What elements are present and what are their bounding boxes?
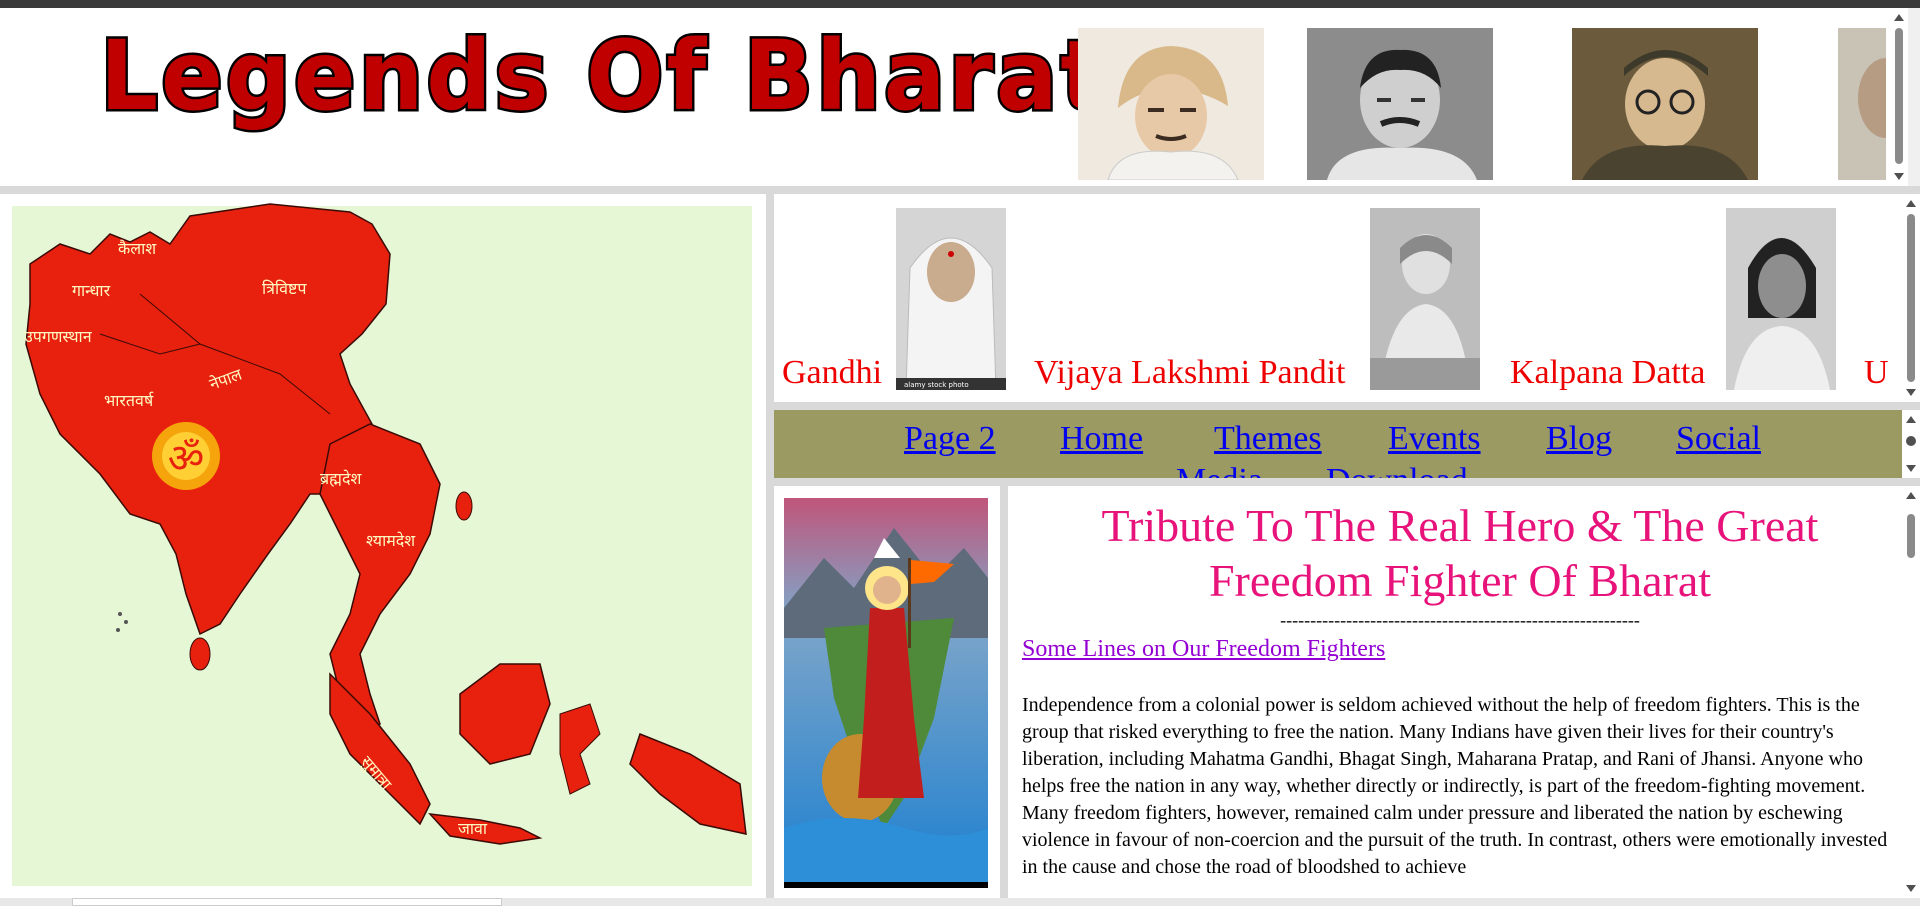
scroller-name-2: Vijaya Lakshmi Pandit [1034,354,1346,391]
portrait-elderly-woman-icon: alamy stock photo [896,208,1006,390]
scroller-name-4: U [1864,354,1889,391]
frame-divider-vertical-2[interactable] [1000,486,1008,898]
scroller-photo-1: alamy stock photo [896,208,1006,390]
title-divider: ----------------------------------------… [1280,610,1640,630]
nav-scrollbar[interactable] [1902,410,1920,478]
nav-link-download[interactable]: Download [1326,462,1468,478]
map-label-gandhar: गान्धार [72,281,111,300]
nav-link-home[interactable]: Home [1060,420,1143,458]
content-scrollbar[interactable] [1902,486,1920,898]
page-title: Tribute To The Real Hero & The Great Fre… [1101,500,1819,606]
map-label-kailash: कैलाश [118,239,157,258]
header-frame: Legends Of Bharat [0,8,1908,186]
frame-divider-horizontal-2[interactable] [774,402,1920,410]
map-label-trivishtap: त्रिविष्टप [262,279,307,298]
portrait-2 [1307,28,1493,180]
site-logo: Legends Of Bharat [98,18,1107,135]
scroller-photo-3 [1726,208,1836,390]
nav-frame: Page 2 Home Themes Events Blog Social Me… [774,410,1920,478]
map-om-symbol: ॐ [168,436,204,482]
map-label-brahmadesh: ब्रह्मदेश [320,469,362,488]
map-label-upaganasthan: उपगणस्थान [24,327,93,346]
portrait-3 [1572,28,1758,180]
bharat-mata-frame [774,486,1008,898]
portrait-turban-icon [1078,28,1264,180]
map-frame: ॐ कैलाश गान्धार त्रिविष्टप उपगणस्थान नेप… [0,194,766,898]
frame-divider-horizontal-3[interactable] [774,478,1920,486]
names-scroller-frame: Gandhi alamy stock photo Vijaya Lakshmi … [774,194,1920,402]
portrait-glasses-cap-icon [1572,28,1758,180]
frame-divider-horizontal[interactable] [0,186,1920,194]
nav-link-media[interactable]: Media [1176,462,1263,478]
freedom-fighters-link[interactable]: Some Lines on Our Freedom Fighters [1022,636,1385,663]
map-label-java: जावा [458,819,488,838]
browser-top-edge [0,0,1920,8]
content-frame: Tribute To The Real Hero & The Great Fre… [1008,486,1920,898]
scroller-name-1: Gandhi [782,354,883,391]
bharat-mata-image [784,498,988,888]
akhand-bharat-map: ॐ कैलाश गान्धार त्रिविष्टप उपगणस्थान नेप… [12,203,752,886]
scroller-photo-2 [1370,208,1480,390]
scroller-name-3: Kalpana Datta [1510,354,1706,391]
bottom-frame-tab [72,898,502,906]
nav-link-blog[interactable]: Blog [1546,420,1612,458]
map-label-bharatvarsh: भारतवर्ष [104,391,154,410]
portrait-young-woman-icon [1726,208,1836,390]
nav-link-social[interactable]: Social [1676,420,1761,458]
portrait-1 [1078,28,1264,180]
nav-link-page2[interactable]: Page 2 [904,420,996,458]
stock-caption: alamy stock photo [904,381,969,389]
portrait-mustache-icon [1307,28,1493,180]
portrait-4-partial [1838,28,1886,180]
portrait-woman-desk-icon [1370,208,1480,390]
scroller-scrollbar[interactable] [1902,194,1920,402]
header-scrollbar[interactable] [1890,8,1908,186]
nav-link-events[interactable]: Events [1388,420,1481,458]
frame-divider-vertical[interactable] [766,194,774,898]
map-label-shyamdesh: श्यामदेश [366,531,416,550]
intro-paragraph: Independence from a colonial power is se… [1022,694,1888,878]
nav-link-themes[interactable]: Themes [1214,420,1322,458]
